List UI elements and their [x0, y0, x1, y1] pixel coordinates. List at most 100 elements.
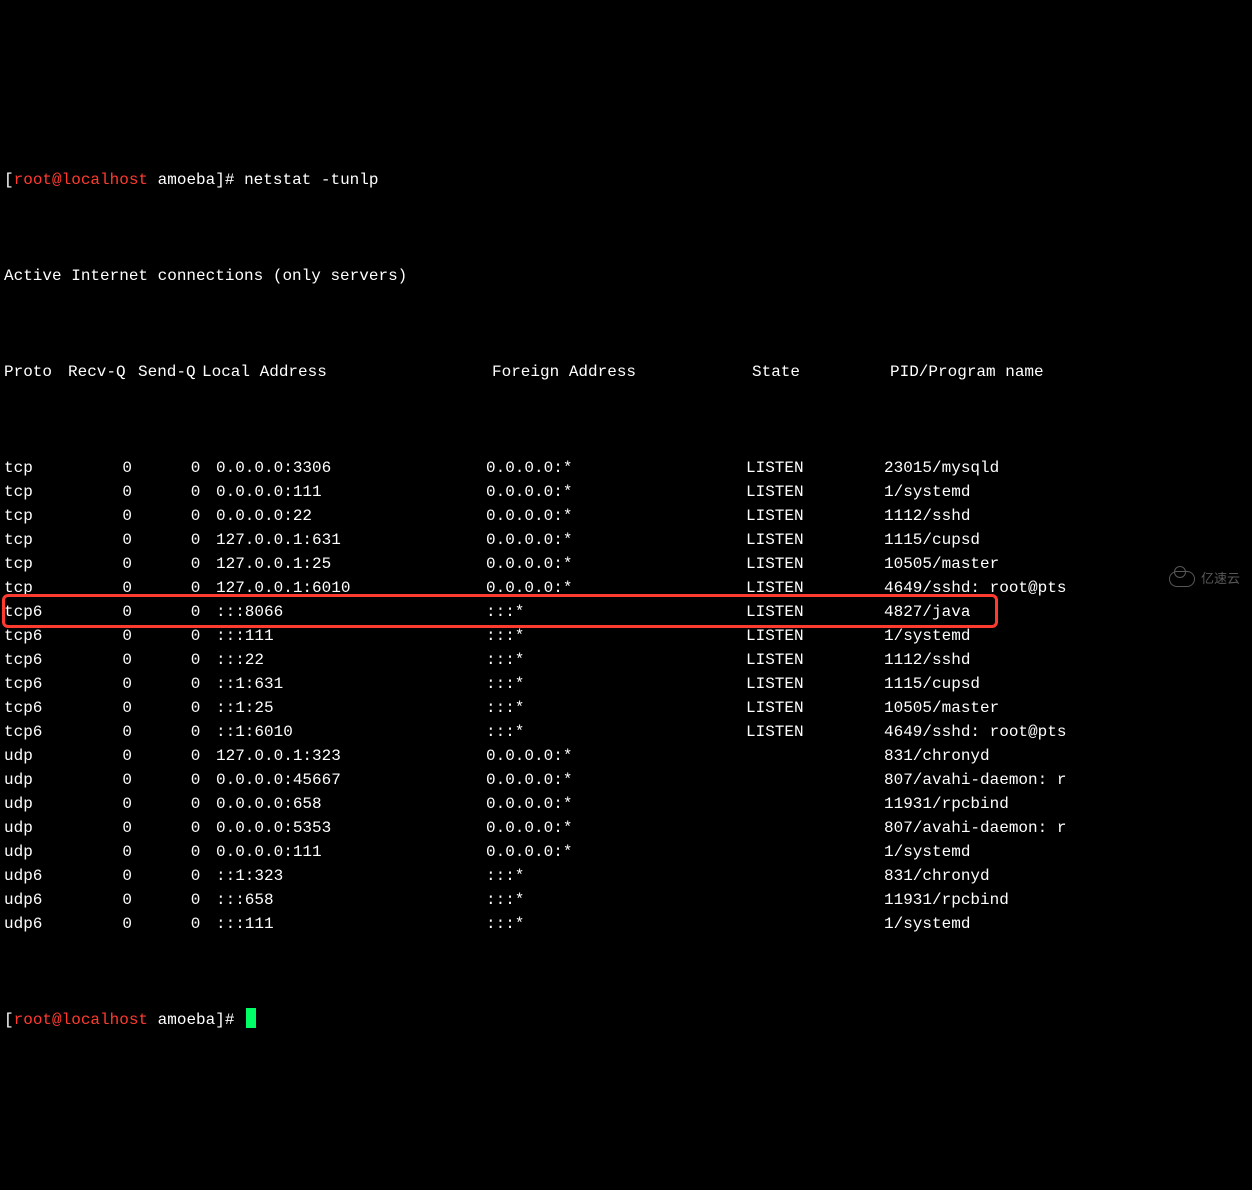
- cell-proto: tcp: [4, 456, 68, 480]
- header-local: Local Address: [202, 360, 492, 384]
- cell-state: LISTEN: [746, 672, 884, 696]
- cell-sendq: 0: [138, 672, 216, 696]
- cell-state: LISTEN: [746, 552, 884, 576]
- cell-pid: 807/avahi-daemon: r: [884, 816, 1248, 840]
- table-row: tcp00 127.0.0.1:250.0.0.0:*LISTEN10505/m…: [4, 552, 1248, 576]
- cell-sendq: 0: [138, 888, 216, 912]
- cell-local: :::22: [216, 648, 486, 672]
- cell-sendq: 0: [138, 504, 216, 528]
- cell-pid: 1/systemd: [884, 480, 1248, 504]
- cell-proto: udp: [4, 744, 68, 768]
- cell-recvq: 0: [68, 552, 138, 576]
- table-row: tcp00 0.0.0.0:1110.0.0.0:*LISTEN1/system…: [4, 480, 1248, 504]
- cell-recvq: 0: [68, 864, 138, 888]
- cell-foreign: 0.0.0.0:*: [486, 480, 746, 504]
- prompt-cwd: amoeba: [158, 171, 216, 189]
- cell-foreign: :::*: [486, 672, 746, 696]
- cell-local: :::111: [216, 912, 486, 936]
- cell-proto: udp: [4, 840, 68, 864]
- cell-recvq: 0: [68, 720, 138, 744]
- cloud-icon: [1169, 571, 1195, 587]
- cell-proto: udp: [4, 792, 68, 816]
- cell-state: [746, 816, 884, 840]
- cell-foreign: 0.0.0.0:*: [486, 456, 746, 480]
- terminal-output[interactable]: [root@localhost amoeba]# netstat -tunlp …: [0, 96, 1252, 1080]
- cell-pid: 4827/java: [884, 600, 1248, 624]
- cell-state: LISTEN: [746, 480, 884, 504]
- table-row: udp00 0.0.0.0:456670.0.0.0:*807/avahi-da…: [4, 768, 1248, 792]
- cell-state: LISTEN: [746, 600, 884, 624]
- cursor-icon: [246, 1008, 256, 1028]
- cell-proto: udp6: [4, 888, 68, 912]
- table-row: udp600 :::658:::*11931/rpcbind: [4, 888, 1248, 912]
- cell-sendq: 0: [138, 744, 216, 768]
- table-row: tcp600 :::111:::*LISTEN1/systemd: [4, 624, 1248, 648]
- cell-state: LISTEN: [746, 504, 884, 528]
- cell-recvq: 0: [68, 576, 138, 600]
- prompt-line-2[interactable]: [root@localhost amoeba]#: [4, 1008, 1248, 1032]
- cell-sendq: 0: [138, 552, 216, 576]
- cell-state: [746, 768, 884, 792]
- cell-proto: tcp6: [4, 720, 68, 744]
- cell-proto: tcp: [4, 576, 68, 600]
- cell-proto: tcp6: [4, 600, 68, 624]
- cell-foreign: :::*: [486, 624, 746, 648]
- cell-state: LISTEN: [746, 576, 884, 600]
- table-row: udp00 127.0.0.1:3230.0.0.0:*831/chronyd: [4, 744, 1248, 768]
- cell-proto: udp: [4, 768, 68, 792]
- cell-local: 0.0.0.0:111: [216, 840, 486, 864]
- cell-pid: 831/chronyd: [884, 864, 1248, 888]
- cell-pid: 831/chronyd: [884, 744, 1248, 768]
- cell-sendq: 0: [138, 864, 216, 888]
- table-row: udp600 :::111:::*1/systemd: [4, 912, 1248, 936]
- header-state: State: [752, 360, 890, 384]
- netstat-rows: tcp00 0.0.0.0:33060.0.0.0:*LISTEN23015/m…: [4, 456, 1248, 936]
- cell-local: 127.0.0.1:631: [216, 528, 486, 552]
- cell-foreign: 0.0.0.0:*: [486, 504, 746, 528]
- cell-pid: 807/avahi-daemon: r: [884, 768, 1248, 792]
- cell-recvq: 0: [68, 792, 138, 816]
- cell-local: 0.0.0.0:45667: [216, 768, 486, 792]
- cell-pid: 10505/master: [884, 696, 1248, 720]
- cell-sendq: 0: [138, 528, 216, 552]
- cell-proto: udp: [4, 816, 68, 840]
- cell-proto: tcp6: [4, 624, 68, 648]
- table-row: tcp00 127.0.0.1:60100.0.0.0:*LISTEN4649/…: [4, 576, 1248, 600]
- cell-pid: 1/systemd: [884, 840, 1248, 864]
- header-proto: Proto: [4, 360, 68, 384]
- cell-state: [746, 792, 884, 816]
- cell-sendq: 0: [138, 600, 216, 624]
- cell-pid: 11931/rpcbind: [884, 888, 1248, 912]
- cell-local: 0.0.0.0:5353: [216, 816, 486, 840]
- cell-recvq: 0: [68, 672, 138, 696]
- cell-sendq: 0: [138, 456, 216, 480]
- cell-foreign: :::*: [486, 600, 746, 624]
- cell-foreign: 0.0.0.0:*: [486, 792, 746, 816]
- cell-foreign: 0.0.0.0:*: [486, 840, 746, 864]
- cell-local: :::8066: [216, 600, 486, 624]
- cell-recvq: 0: [68, 600, 138, 624]
- cell-proto: udp6: [4, 864, 68, 888]
- cell-proto: tcp: [4, 552, 68, 576]
- cell-local: 127.0.0.1:25: [216, 552, 486, 576]
- cell-sendq: 0: [138, 480, 216, 504]
- cell-pid: 23015/mysqld: [884, 456, 1248, 480]
- cell-foreign: 0.0.0.0:*: [486, 576, 746, 600]
- header-pid: PID/Program name: [890, 360, 1248, 384]
- table-row: tcp600 :::22:::*LISTEN1112/sshd: [4, 648, 1248, 672]
- table-row: udp600 ::1:323:::*831/chronyd: [4, 864, 1248, 888]
- cell-recvq: 0: [68, 504, 138, 528]
- cell-pid: 11931/rpcbind: [884, 792, 1248, 816]
- cell-pid: 1/systemd: [884, 624, 1248, 648]
- cell-state: [746, 864, 884, 888]
- cell-recvq: 0: [68, 624, 138, 648]
- cell-state: [746, 840, 884, 864]
- cell-state: LISTEN: [746, 720, 884, 744]
- header-foreign: Foreign Address: [492, 360, 752, 384]
- table-row: udp00 0.0.0.0:1110.0.0.0:*1/systemd: [4, 840, 1248, 864]
- cell-pid: 1112/sshd: [884, 504, 1248, 528]
- cell-recvq: 0: [68, 648, 138, 672]
- cell-local: ::1:323: [216, 864, 486, 888]
- cell-recvq: 0: [68, 768, 138, 792]
- cell-sendq: 0: [138, 648, 216, 672]
